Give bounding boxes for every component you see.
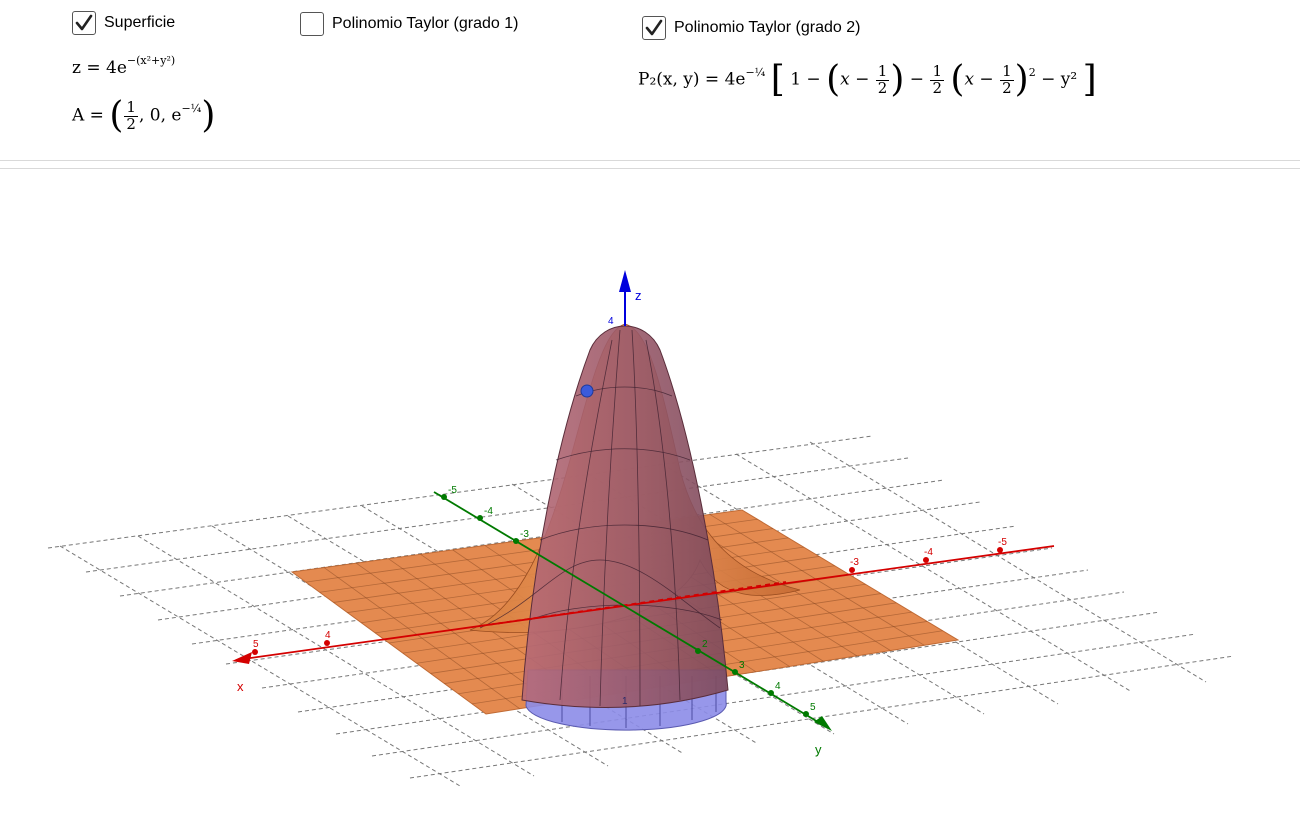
z-axis-arrowhead (619, 270, 631, 292)
graphics-3d-view[interactable]: x y z 5 4 -3 -4 -5 -5 -4 -3 2 3 4 5 4 1 (0, 0, 1300, 814)
x-axis-arrowhead (232, 652, 252, 664)
y-axis-tick (513, 538, 519, 544)
z-axis-tick-label: 4 (608, 316, 614, 327)
y-axis-tick (803, 711, 809, 717)
y-axis-tick (441, 494, 447, 500)
y-axis-tick-label: -4 (484, 506, 493, 517)
y-axis-tick-label: -3 (520, 529, 529, 540)
x-axis-tick-label: 5 (253, 639, 259, 650)
y-axis-tick-label: 2 (702, 639, 708, 650)
y-axis-tick-label: 5 (810, 702, 816, 713)
y-axis-tick-label: 3 (739, 660, 745, 671)
x-axis-tick-label: -5 (998, 537, 1007, 548)
y-axis-tick-label: 4 (775, 681, 781, 692)
y-axis-tick-label: -5 (448, 485, 457, 496)
y-axis-tick (732, 669, 738, 675)
x-axis-tick-label: 4 (325, 630, 331, 641)
z-axis-label: z (635, 288, 642, 303)
y-axis-tick (477, 515, 483, 521)
z-axis-tick-label: 1 (622, 696, 628, 707)
y-axis-tick (768, 690, 774, 696)
x-axis-label: x (237, 679, 244, 694)
y-axis-tick (695, 648, 701, 654)
x-axis-tick-label: -3 (850, 557, 859, 568)
x-axis-tick-label: -4 (924, 547, 933, 558)
point-a-marker (580, 384, 594, 398)
y-axis-label: y (815, 742, 822, 757)
